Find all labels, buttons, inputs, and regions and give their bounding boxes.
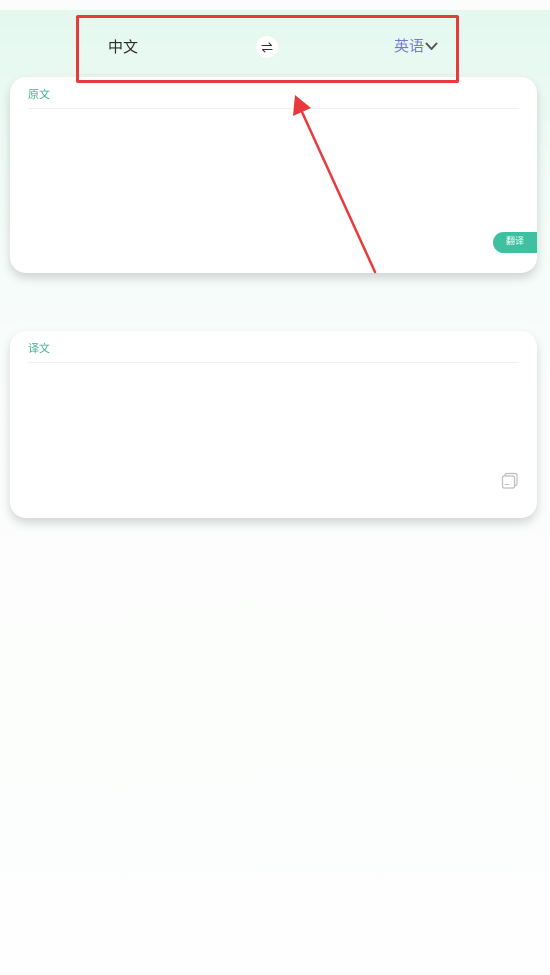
translation-result-text — [28, 371, 497, 504]
top-strip — [0, 0, 550, 10]
result-card-label: 译文 — [28, 342, 50, 355]
source-card-divider — [28, 108, 519, 109]
source-text-input[interactable] — [28, 115, 477, 259]
source-card-label: 原文 — [28, 88, 50, 101]
source-text-card: 原文 翻译 — [10, 77, 537, 273]
highlight-annotation-box — [76, 15, 459, 83]
translation-result-card: 译文 — [10, 331, 537, 518]
result-card-divider — [28, 362, 519, 363]
copy-icon[interactable] — [500, 471, 520, 491]
translate-button[interactable]: 翻译 — [493, 232, 537, 253]
